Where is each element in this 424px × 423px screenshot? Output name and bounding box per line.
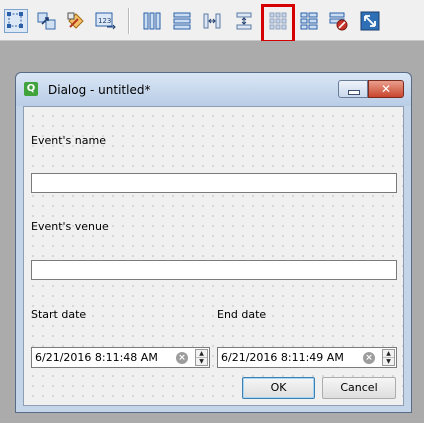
end-date-edit[interactable]: 6/21/2016 8:11:49 AM × ▲ ▼: [217, 347, 397, 368]
break-layout-icon: [329, 12, 348, 31]
event-name-label: Event's name: [31, 134, 106, 147]
svg-text:123: 123: [98, 17, 111, 25]
horizontal-layout-icon: [143, 12, 161, 30]
start-date-edit[interactable]: 6/21/2016 8:11:48 AM × ▲ ▼: [31, 347, 210, 368]
cancel-button[interactable]: Cancel: [322, 377, 396, 399]
toolbar-separator: [128, 8, 130, 34]
lay-out-horizontally-button[interactable]: [140, 9, 164, 33]
end-date-value: 6/21/2016 8:11:49 AM: [221, 351, 344, 364]
minimize-button[interactable]: [338, 80, 368, 98]
close-button[interactable]: ✕: [368, 80, 404, 98]
edit-widgets-icon: [7, 12, 23, 28]
minimize-icon: [348, 90, 360, 95]
vertical-layout-icon: [173, 12, 191, 30]
spin-down-icon[interactable]: ▼: [196, 358, 207, 365]
clear-icon[interactable]: ×: [176, 352, 188, 364]
event-venue-label: Event's venue: [31, 220, 109, 233]
start-date-spinbox: ▲ ▼: [195, 349, 208, 366]
horizontal-splitter-icon: [203, 13, 221, 29]
clear-icon[interactable]: ×: [363, 352, 375, 364]
horizontal-splitter-button[interactable]: [200, 9, 224, 33]
qt-app-icon: Q: [24, 82, 38, 96]
tab-order-icon: 123: [95, 12, 116, 30]
edit-buddies-button[interactable]: [64, 9, 88, 33]
end-date-spinbox: ▲ ▼: [382, 349, 395, 366]
lay-out-in-form-button[interactable]: [297, 9, 321, 33]
vertical-splitter-button[interactable]: [232, 9, 256, 33]
spin-up-icon[interactable]: ▲: [383, 350, 394, 358]
dialog-title: Dialog - untitled*: [48, 83, 151, 97]
buddies-icon: [67, 12, 84, 29]
edit-signals-slots-button[interactable]: [34, 9, 58, 33]
dialog-titlebar[interactable]: Q Dialog - untitled* ✕: [16, 73, 411, 106]
start-date-value: 6/21/2016 8:11:48 AM: [35, 351, 158, 364]
spin-up-icon[interactable]: ▲: [196, 350, 207, 358]
adjust-size-icon: [360, 11, 380, 31]
form-layout-icon: [300, 12, 318, 30]
vertical-splitter-icon: [236, 12, 252, 30]
end-date-label: End date: [217, 308, 267, 321]
event-name-input[interactable]: [31, 173, 397, 193]
lay-out-vertically-button[interactable]: [170, 9, 194, 33]
event-venue-input[interactable]: [31, 260, 397, 280]
spin-down-icon[interactable]: ▼: [383, 358, 394, 365]
designer-toolbar: 123: [0, 0, 424, 43]
signals-slots-icon: [37, 12, 56, 30]
adjust-size-button[interactable]: [358, 9, 382, 33]
dialog-form-area: Event's name Event's venue Start date En…: [23, 106, 404, 406]
break-layout-button[interactable]: [327, 9, 351, 33]
dialog-window: Q Dialog - untitled* ✕ Event's name Even…: [15, 72, 412, 413]
ok-button[interactable]: OK: [242, 377, 315, 399]
start-date-label: Start date: [31, 308, 87, 321]
highlighted-grid-layout-marker: [261, 4, 295, 43]
edit-tab-order-button[interactable]: 123: [94, 9, 118, 33]
edit-widgets-button[interactable]: [4, 9, 28, 33]
close-icon: ✕: [380, 82, 392, 96]
